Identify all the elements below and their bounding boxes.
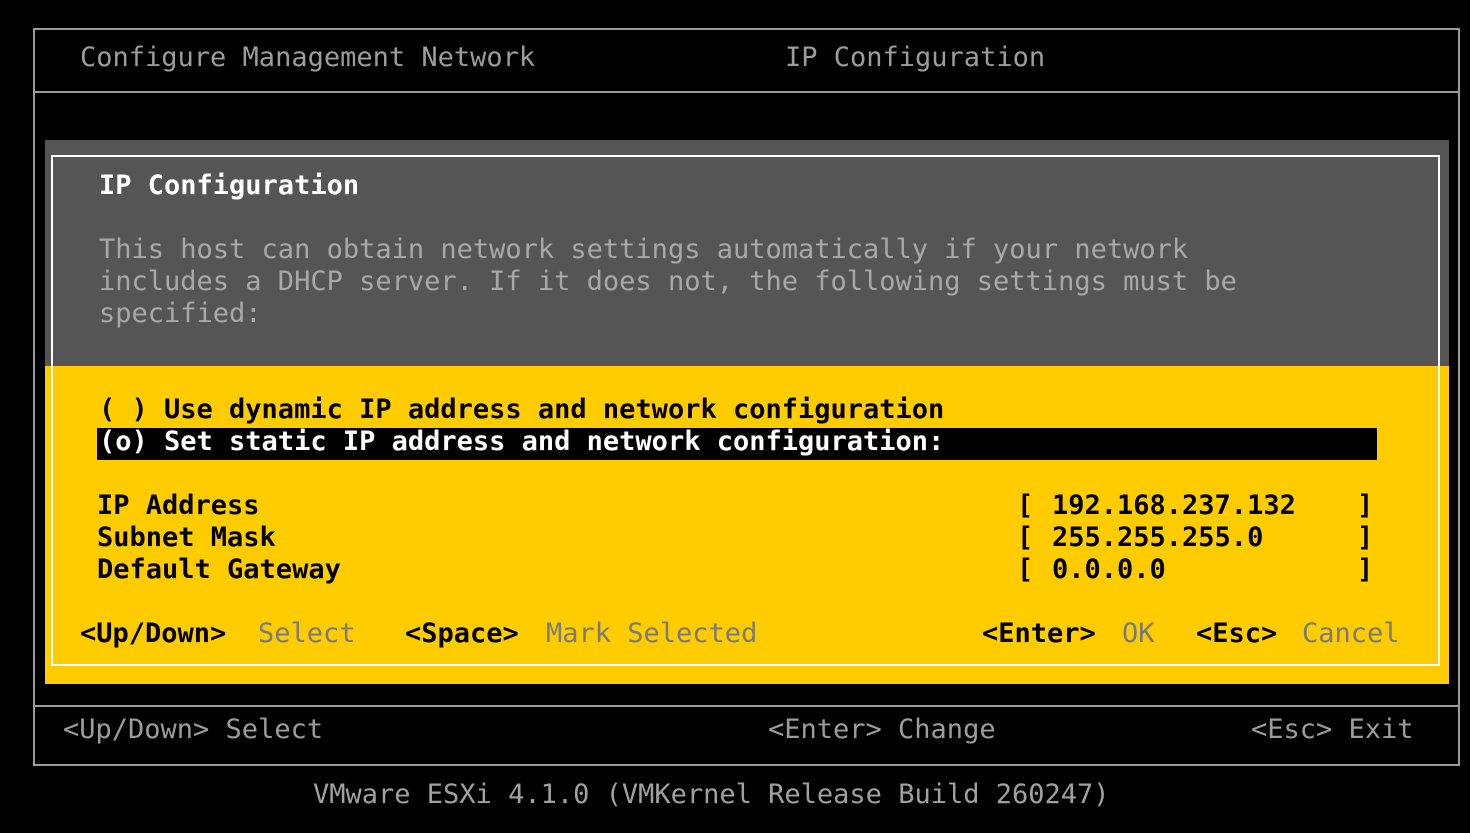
- cancel-button[interactable]: Cancel: [1302, 618, 1400, 650]
- hint-space-action: Mark Selected: [546, 618, 758, 649]
- subnet-mask-label: Subnet Mask: [97, 522, 276, 553]
- ok-button[interactable]: OK: [1122, 618, 1155, 650]
- ip-address-field[interactable]: 192.168.237.132: [1052, 490, 1296, 522]
- radio-option-static-ip[interactable]: (o) Set static IP address and network co…: [99, 426, 944, 458]
- hint-updown-key: <Up/Down>: [80, 618, 227, 649]
- menu-title: Configure Management Network: [80, 42, 536, 73]
- header-divider: [35, 91, 1458, 93]
- hint-enter-key: <Enter>: [982, 618, 1096, 649]
- radio-option-dynamic-ip[interactable]: ( ) Use dynamic IP address and network c…: [99, 394, 944, 426]
- footer-divider: [35, 705, 1458, 707]
- default-gateway-bracket-open: [: [1017, 554, 1034, 585]
- dialog-description-line: includes a DHCP server. If it does not, …: [99, 266, 1237, 297]
- dialog-title: IP Configuration: [99, 170, 360, 201]
- footer-hint-exit: <Esc> Exit: [1251, 714, 1414, 745]
- subnet-mask-bracket-close: ]: [1357, 522, 1374, 553]
- subnet-mask-bracket-open: [: [1017, 522, 1034, 553]
- ip-address-label: IP Address: [97, 490, 260, 521]
- footer-hint-select: <Up/Down> Select: [63, 714, 324, 745]
- default-gateway-bracket-close: ]: [1357, 554, 1374, 585]
- default-gateway-label: Default Gateway: [97, 554, 341, 585]
- ip-address-bracket-close: ]: [1357, 490, 1374, 521]
- ip-address-bracket-open: [: [1017, 490, 1034, 521]
- footer-hint-change: <Enter> Change: [768, 714, 996, 745]
- hint-esc-key: <Esc>: [1196, 618, 1278, 649]
- dialog-description-line: specified:: [99, 298, 262, 329]
- subnet-mask-field[interactable]: 255.255.255.0: [1052, 522, 1263, 554]
- default-gateway-field[interactable]: 0.0.0.0: [1052, 554, 1166, 586]
- hint-updown-action: Select: [258, 618, 356, 649]
- version-banner: VMware ESXi 4.1.0 (VMKernel Release Buil…: [313, 779, 1110, 810]
- hint-space-key: <Space>: [405, 618, 519, 649]
- dialog-description-line: This host can obtain network settings au…: [99, 234, 1189, 265]
- screen-title: IP Configuration: [785, 42, 1046, 73]
